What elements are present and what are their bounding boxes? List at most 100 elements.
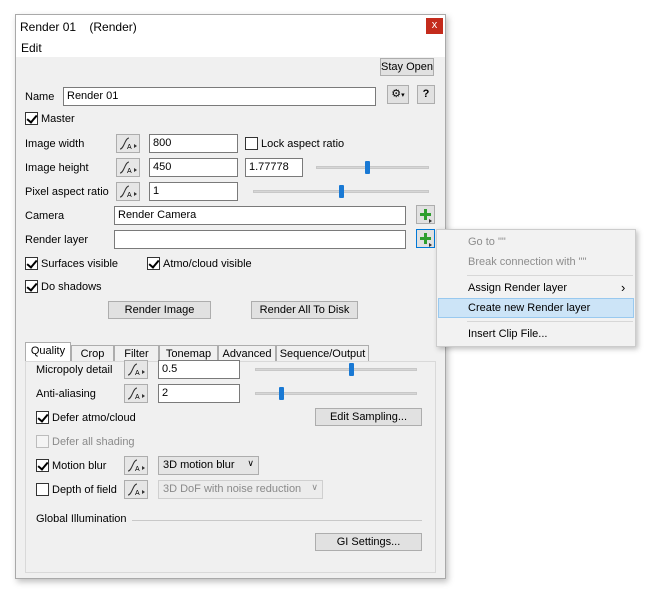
do-shadows-checkbox[interactable] [25, 280, 38, 293]
global-illumination-label: Global Illumination [36, 513, 127, 525]
surfaces-visible-checkbox[interactable] [25, 257, 38, 270]
node-name: Render 01 [20, 20, 77, 34]
depth-of-field-checkbox[interactable] [36, 483, 49, 496]
aspect-ratio-slider-track[interactable] [316, 166, 429, 169]
defer-atmo-label: Defer atmo/cloud [52, 412, 136, 424]
antialias-anim-button[interactable]: A [124, 384, 148, 403]
camera-add-button[interactable] [416, 205, 435, 224]
animation-curve-icon: A [127, 387, 145, 401]
antialias-field[interactable]: 2 [158, 384, 240, 403]
menu-item-break-connection[interactable]: Break connection with "" [438, 252, 634, 272]
chevron-down-icon: ∨ [247, 458, 254, 468]
image-width-field[interactable]: 800 [149, 134, 238, 153]
svg-text:A: A [127, 144, 132, 151]
master-label: Master [41, 113, 75, 125]
defer-all-shading-label: Defer all shading [52, 436, 135, 448]
image-height-anim-button[interactable]: A [116, 158, 140, 177]
title-bar[interactable]: Render 01 (Render) x [16, 15, 445, 37]
depth-of-field-anim-button[interactable]: A [124, 480, 148, 499]
menu-item-insert-clip-file[interactable]: Insert Clip File... [438, 324, 634, 344]
node-settings-button[interactable]: ⚙▾ [387, 85, 409, 104]
depth-of-field-selected: 3D DoF with noise reduction [163, 483, 302, 495]
gi-settings-button[interactable]: GI Settings... [315, 533, 422, 551]
pixel-aspect-slider-thumb[interactable] [338, 185, 344, 198]
svg-text:A: A [127, 192, 132, 199]
menu-item-label: Break connection with "" [468, 256, 587, 268]
svg-text:A: A [135, 370, 140, 377]
render-layer-label: Render layer [25, 234, 88, 246]
close-button[interactable]: x [426, 18, 443, 34]
render-node-window: Render 01 (Render) x Edit Stay Open Name… [15, 14, 446, 579]
animation-curve-icon: A [119, 137, 137, 151]
menu-separator [467, 321, 633, 322]
tab-quality[interactable]: Quality [25, 342, 71, 363]
antialias-slider-thumb[interactable] [278, 387, 284, 400]
name-label: Name [25, 91, 55, 103]
svg-text:A: A [135, 466, 140, 473]
lock-aspect-label: Lock aspect ratio [261, 138, 345, 150]
svg-text:A: A [135, 394, 140, 401]
motion-blur-dropdown[interactable]: 3D motion blur ∨ [158, 456, 259, 475]
animation-curve-icon: A [127, 363, 145, 377]
animation-curve-icon: A [119, 185, 137, 199]
micropoly-slider-track[interactable] [255, 368, 417, 371]
pixel-aspect-anim-button[interactable]: A [116, 182, 140, 201]
menu-edit[interactable]: Edit [21, 41, 42, 55]
motion-blur-checkbox[interactable] [36, 459, 49, 472]
motion-blur-label: Motion blur [52, 460, 107, 472]
micropoly-field[interactable]: 0.5 [158, 360, 240, 379]
master-checkbox[interactable] [25, 112, 38, 125]
micropoly-anim-button[interactable]: A [124, 360, 148, 379]
render-layer-field[interactable] [114, 230, 406, 249]
add-connection-icon [420, 233, 432, 247]
camera-label: Camera [25, 210, 65, 222]
gear-icon: ⚙ [391, 88, 402, 100]
animation-curve-icon: A [127, 483, 145, 497]
animation-curve-icon: A [119, 161, 137, 175]
render-layer-add-button[interactable] [416, 229, 435, 248]
window-title: Render 01 (Render) [20, 20, 137, 34]
image-width-anim-button[interactable]: A [116, 134, 140, 153]
micropoly-label: Micropoly detail [36, 364, 113, 376]
antialias-label: Anti-aliasing [36, 388, 96, 400]
defer-all-shading-checkbox[interactable] [36, 435, 49, 448]
micropoly-slider-thumb[interactable] [349, 363, 355, 376]
render-image-button[interactable]: Render Image [108, 301, 211, 319]
menu-separator [467, 275, 633, 276]
stay-open-button[interactable]: Stay Open [380, 58, 434, 76]
menu-item-label: Go to "" [468, 236, 506, 248]
gi-divider [132, 520, 422, 521]
submenu-arrow-icon: › [621, 280, 626, 295]
menu-item-create-render-layer[interactable]: Create new Render layer [438, 298, 634, 318]
image-height-field[interactable]: 450 [149, 158, 238, 177]
atmo-visible-checkbox[interactable] [147, 257, 160, 270]
menu-item-assign-render-layer[interactable]: Assign Render layer › [438, 278, 634, 298]
surfaces-visible-label: Surfaces visible [41, 258, 119, 270]
chevron-down-icon: ∨ [311, 482, 318, 492]
svg-text:A: A [127, 168, 132, 175]
render-all-to-disk-button[interactable]: Render All To Disk [251, 301, 358, 319]
defer-atmo-checkbox[interactable] [36, 411, 49, 424]
menu-item-label: Insert Clip File... [468, 328, 548, 340]
depth-of-field-label: Depth of field [52, 484, 117, 496]
render-layer-context-menu: Go to "" Break connection with "" Assign… [436, 229, 636, 347]
menu-bar: Edit [16, 37, 445, 57]
pixel-aspect-field[interactable]: 1 [149, 182, 238, 201]
edit-sampling-button[interactable]: Edit Sampling... [315, 408, 422, 426]
name-field[interactable]: Render 01 [63, 87, 376, 106]
help-button[interactable]: ? [417, 85, 435, 104]
aspect-ratio-slider-thumb[interactable] [364, 161, 370, 174]
lock-aspect-checkbox[interactable] [245, 137, 258, 150]
node-type: (Render) [89, 20, 137, 34]
image-width-label: Image width [25, 138, 85, 150]
camera-field[interactable]: Render Camera [114, 206, 406, 225]
add-connection-icon [420, 209, 432, 223]
depth-of-field-dropdown[interactable]: 3D DoF with noise reduction ∨ [158, 480, 323, 499]
motion-blur-anim-button[interactable]: A [124, 456, 148, 475]
image-height-label: Image height [25, 162, 89, 174]
animation-curve-icon: A [127, 459, 145, 473]
do-shadows-label: Do shadows [41, 281, 102, 293]
aspect-ratio-field[interactable]: 1.77778 [245, 158, 303, 177]
menu-item-go-to[interactable]: Go to "" [438, 232, 634, 252]
svg-text:A: A [135, 490, 140, 497]
